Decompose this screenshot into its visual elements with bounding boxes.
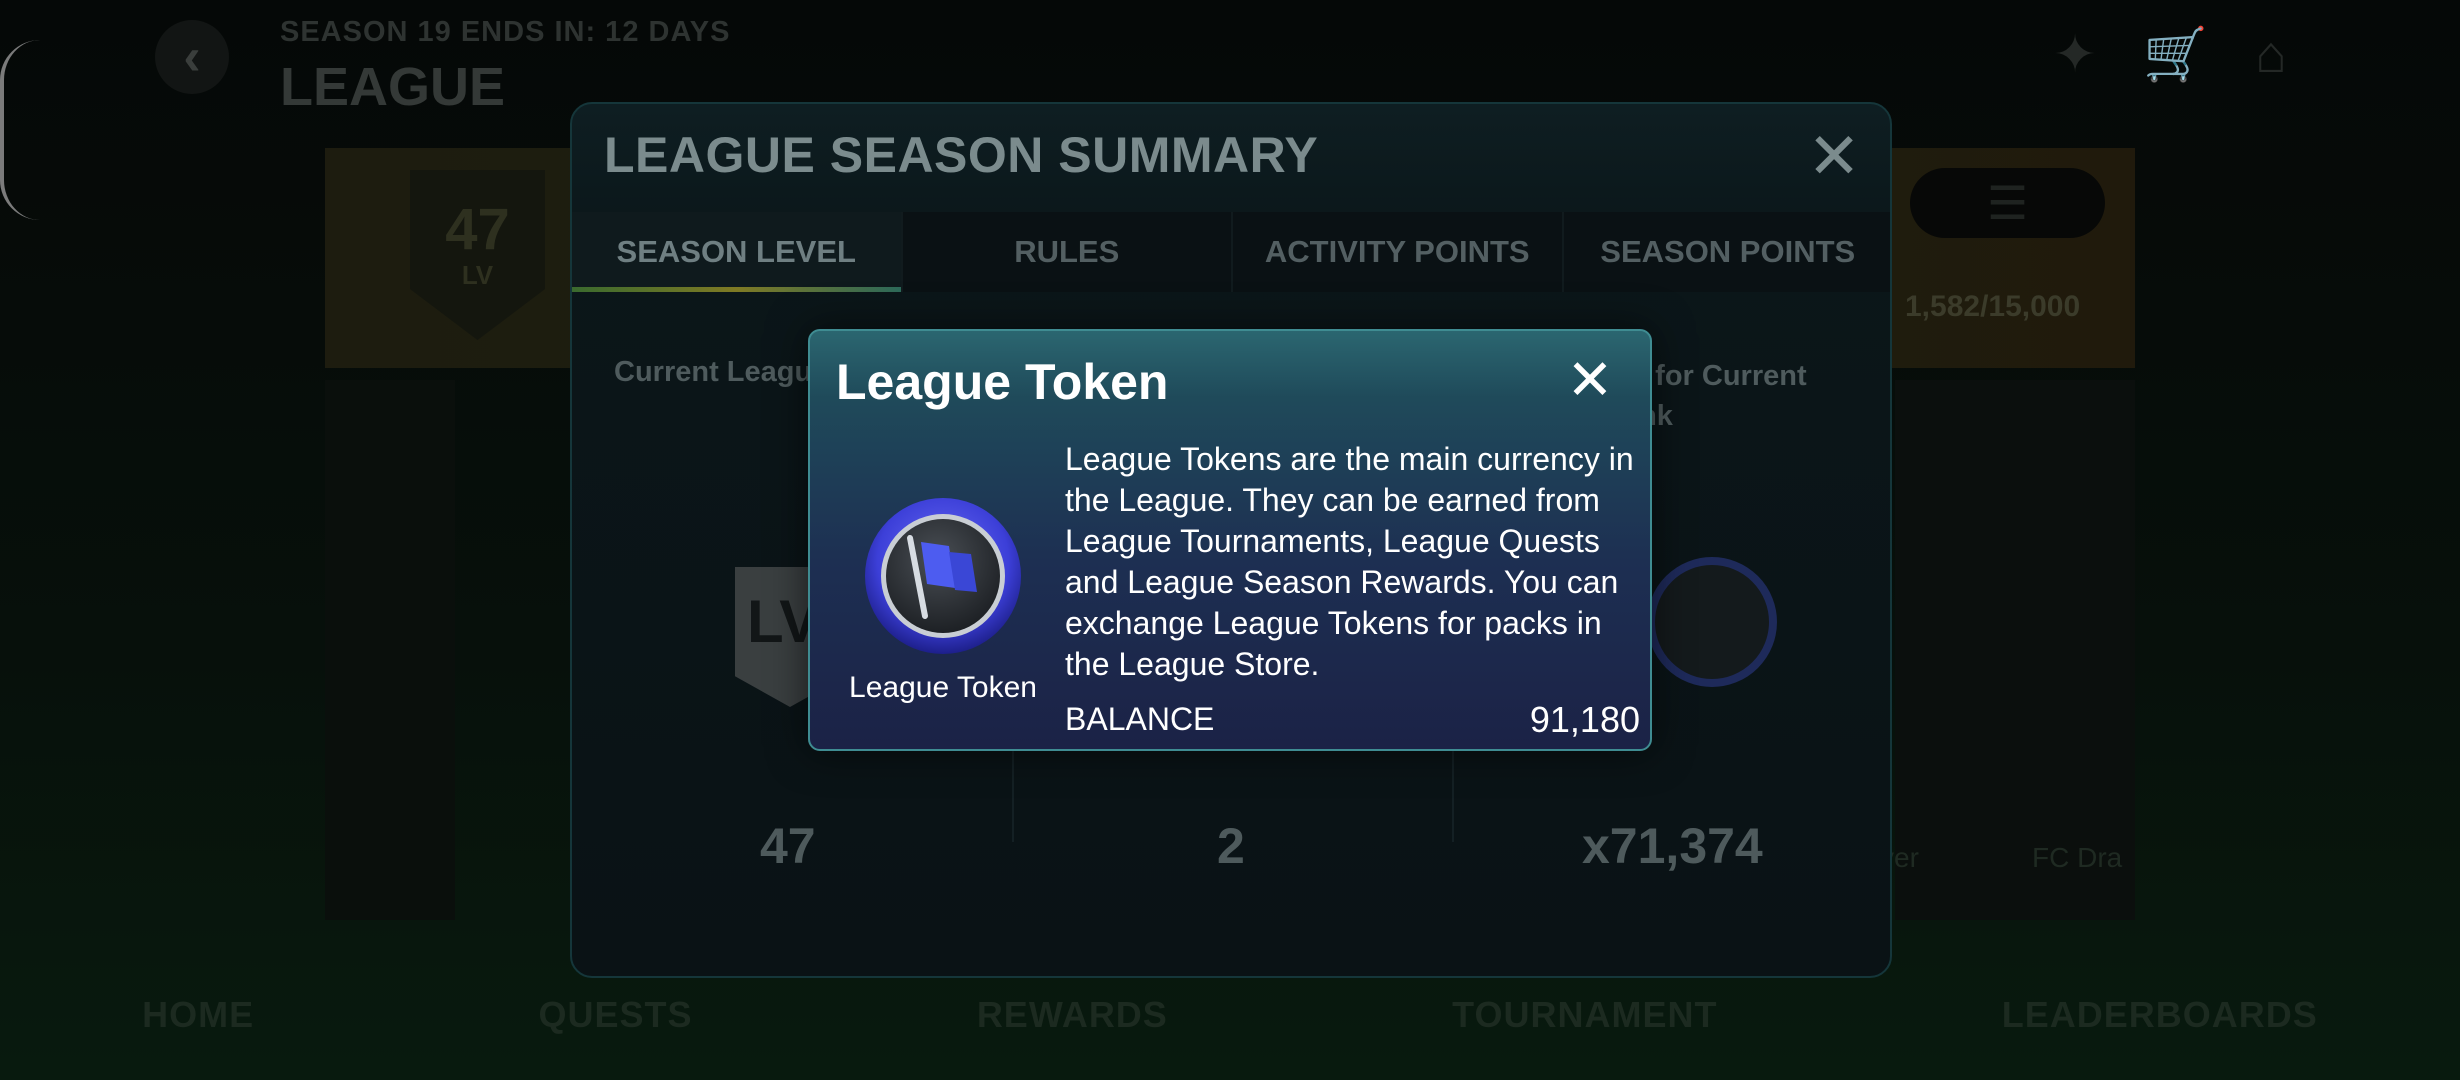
token-reward-value: x71,374 <box>1582 818 1763 874</box>
cart-icon[interactable]: 🛒 <box>2143 25 2208 85</box>
top-icon-bar: ✦ 🛒 ⌂ <box>2045 25 2301 85</box>
back-button[interactable]: ‹ <box>155 20 229 94</box>
chevron-left-icon: ‹ <box>183 28 201 86</box>
close-icon: ✕ <box>1807 120 1861 192</box>
home-icon[interactable]: ⌂ <box>2241 25 2301 85</box>
nav-quests[interactable]: QUESTS <box>538 994 692 1036</box>
nav-tournament[interactable]: TOURNAMENT <box>1452 994 1717 1036</box>
left-card <box>325 380 455 920</box>
edge-swipe-indicator <box>0 40 40 220</box>
season-countdown: SEASON 19 ENDS IN: 12 DAYS <box>280 16 731 48</box>
league-flag-token-icon <box>863 496 1023 656</box>
nav-rewards[interactable]: REWARDS <box>977 994 1168 1036</box>
close-icon: ✕ <box>1566 348 1614 411</box>
current-league-label: Current League <box>614 356 829 388</box>
summary-tabs: SEASON LEVEL RULES ACTIVITY POINTS SEASO… <box>572 212 1891 292</box>
level-suffix: LV <box>461 260 494 290</box>
token-description: League Tokens are the main currency in t… <box>1065 441 1634 682</box>
level-number: 47 <box>445 197 510 262</box>
right-card <box>1895 380 2135 920</box>
tab-rules[interactable]: RULES <box>903 212 1233 292</box>
tab-activity-points[interactable]: ACTIVITY POINTS <box>1233 212 1564 292</box>
tab-season-points[interactable]: SEASON POINTS <box>1564 212 1891 292</box>
nav-leaderboards[interactable]: LEADERBOARDS <box>2002 994 2318 1036</box>
rank-value: 2 <box>1217 818 1245 874</box>
season-progress: 1,582/15,000 <box>1905 290 2081 323</box>
list-icon: ☰ <box>1986 177 2029 229</box>
dialog-title: League Token <box>836 354 1169 410</box>
league-token-icon <box>1647 557 1777 687</box>
bottom-nav: HOME QUESTS REWARDS TOURNAMENT LEADERBOA… <box>0 975 2460 1055</box>
balance-label: BALANCE <box>1065 701 1215 737</box>
panel-close-button[interactable]: ✕ <box>1806 124 1862 188</box>
token-caption: League Token <box>849 671 1037 704</box>
level-value: 47 <box>760 818 816 874</box>
list-menu-button[interactable]: ☰ <box>1910 168 2105 238</box>
gift-icon[interactable]: ✦ <box>2045 25 2105 85</box>
panel-title: LEAGUE SEASON SUMMARY <box>604 127 1319 183</box>
tab-season-level[interactable]: SEASON LEVEL <box>572 212 903 292</box>
card-label: FC Dra <box>2032 842 2123 873</box>
screen-title: LEAGUE <box>280 57 506 117</box>
league-token-dialog: League Token ✕ League Token League Token… <box>808 329 1652 751</box>
dialog-close-button[interactable]: ✕ <box>1566 352 1614 408</box>
nav-home[interactable]: HOME <box>142 994 254 1036</box>
balance-value: 91,180 <box>1529 699 1640 740</box>
